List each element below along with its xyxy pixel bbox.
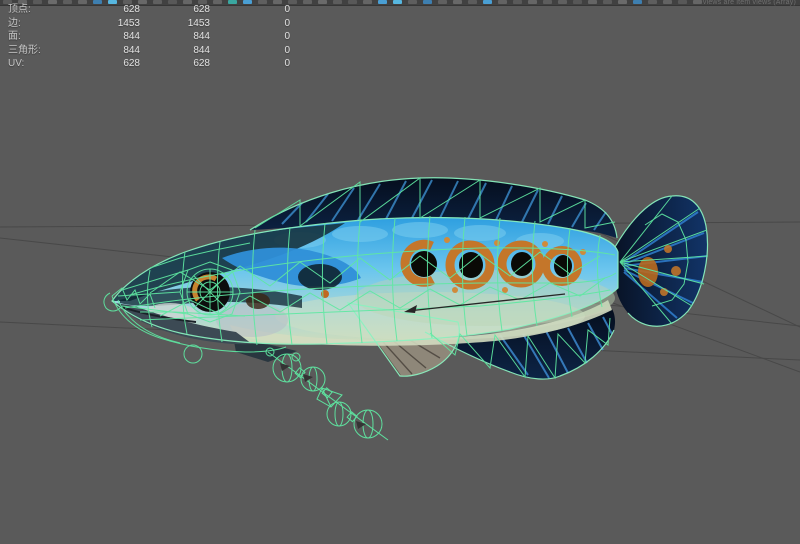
toolbar-icon-fragment[interactable]: [573, 0, 582, 4]
toolbar-icon-fragment[interactable]: [318, 0, 327, 4]
toolbar-icon-fragment[interactable]: [423, 0, 432, 4]
hud-row-faces: 面: 844 844 0: [8, 30, 290, 44]
toolbar-icon-fragment[interactable]: [498, 0, 507, 4]
poly-count-hud: 顶点: 628 628 0 边: 1453 1453 0 面: 844 844 …: [8, 3, 290, 71]
toolbar-icon-fragment[interactable]: [453, 0, 462, 4]
toolbar-icon-fragment[interactable]: [333, 0, 342, 4]
toolbar-icon-fragment[interactable]: [483, 0, 492, 4]
pelvic-wire-circles: [266, 348, 388, 440]
toolbar-icon-fragment[interactable]: [393, 0, 402, 4]
top-right-hud-text: views are item views (Array): [703, 0, 796, 6]
3d-viewport[interactable]: [0, 0, 800, 544]
toolbar-icon-fragment[interactable]: [408, 0, 417, 4]
hud-row-uv: UV: 628 628 0: [8, 57, 290, 71]
toolbar-icon-fragment[interactable]: [468, 0, 477, 4]
viewport-panel[interactable]: views are item views (Array) 顶点: 628 628…: [0, 0, 800, 544]
toolbar-icon-fragment[interactable]: [663, 0, 672, 4]
toolbar-icon-fragment[interactable]: [693, 0, 702, 4]
hud-row-vertices: 顶点: 628 628 0: [8, 3, 290, 17]
toolbar-icon-fragment[interactable]: [528, 0, 537, 4]
toolbar-icon-fragment[interactable]: [618, 0, 627, 4]
toolbar-icon-fragment[interactable]: [558, 0, 567, 4]
toolbar-icon-fragment[interactable]: [633, 0, 642, 4]
hud-row-edges: 边: 1453 1453 0: [8, 17, 290, 31]
toolbar-icon-fragment[interactable]: [363, 0, 372, 4]
toolbar-icon-fragment[interactable]: [303, 0, 312, 4]
toolbar-icon-fragment[interactable]: [348, 0, 357, 4]
toolbar-icon-fragment[interactable]: [378, 0, 387, 4]
toolbar-icon-fragment[interactable]: [513, 0, 522, 4]
toolbar-icon-fragment[interactable]: [588, 0, 597, 4]
toolbar-icon-fragment[interactable]: [438, 0, 447, 4]
toolbar-icon-fragment[interactable]: [603, 0, 612, 4]
hud-row-triangles: 三角形: 844 844 0: [8, 44, 290, 58]
toolbar-icon-fragment[interactable]: [678, 0, 687, 4]
fish-model[interactable]: [104, 178, 708, 440]
toolbar-icon-fragment[interactable]: [543, 0, 552, 4]
toolbar-icon-fragment[interactable]: [648, 0, 657, 4]
